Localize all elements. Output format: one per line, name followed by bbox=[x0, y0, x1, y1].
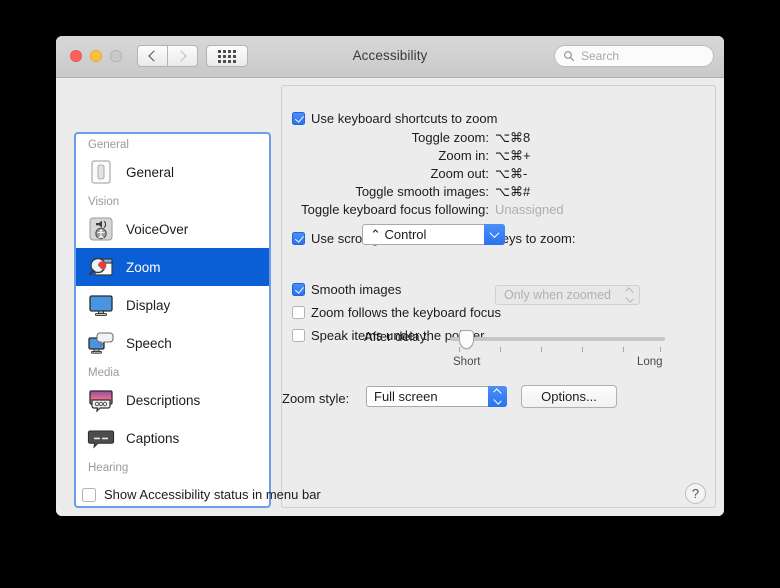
sidebar-item-label: General bbox=[126, 165, 174, 180]
after-delay-label: After delay: bbox=[364, 329, 430, 344]
zoom-follows-keyboard-focus-row[interactable]: Zoom follows the keyboard focus bbox=[292, 305, 501, 320]
zoom-follows-keyboard-focus-label: Zoom follows the keyboard focus bbox=[311, 305, 501, 320]
speech-icon bbox=[87, 329, 115, 357]
search-icon bbox=[563, 50, 575, 62]
speak-items-select-value: Only when zoomed bbox=[504, 288, 611, 302]
stepper-arrows-icon bbox=[626, 289, 633, 301]
sidebar-item-label: Captions bbox=[126, 431, 179, 446]
general-icon bbox=[87, 158, 115, 186]
sidebar-item-label: Zoom bbox=[126, 260, 161, 275]
sidebar-item-label: Descriptions bbox=[126, 393, 200, 408]
show-status-menubar-checkbox[interactable] bbox=[82, 488, 96, 502]
zoom-follows-keyboard-focus-checkbox[interactable] bbox=[292, 306, 305, 319]
window-content: General General Vision VoiceOve bbox=[56, 78, 724, 516]
sidebar-item-speech[interactable]: Speech bbox=[76, 324, 269, 362]
shortcut-label-toggle-zoom: Toggle zoom: bbox=[282, 130, 489, 145]
descriptions-icon bbox=[87, 386, 115, 414]
use-keyboard-shortcuts-checkbox[interactable] bbox=[292, 112, 305, 125]
window-footer: Show Accessibility status in menu bar ? bbox=[56, 477, 724, 516]
stepper-arrows-icon bbox=[488, 386, 507, 407]
voiceover-icon bbox=[87, 215, 115, 243]
search-field[interactable] bbox=[554, 45, 714, 67]
shortcut-label-zoom-in: Zoom in: bbox=[282, 148, 489, 163]
sidebar-item-voiceover[interactable]: VoiceOver bbox=[76, 210, 269, 248]
shortcut-label-zoom-out: Zoom out: bbox=[282, 166, 489, 181]
zoom-style-select[interactable]: Full screen bbox=[366, 386, 507, 407]
display-icon bbox=[87, 291, 115, 319]
sidebar-item-label: Display bbox=[126, 298, 170, 313]
smooth-images-checkbox[interactable] bbox=[292, 283, 305, 296]
show-status-menubar-row[interactable]: Show Accessibility status in menu bar bbox=[82, 487, 321, 502]
sidebar-group-general: General bbox=[76, 134, 269, 153]
after-delay-min-label: Short bbox=[453, 356, 481, 368]
sidebar-item-descriptions[interactable]: Descriptions bbox=[76, 381, 269, 419]
smooth-images-label: Smooth images bbox=[311, 282, 401, 297]
search-input[interactable] bbox=[579, 48, 705, 64]
sidebar-item-display[interactable]: Display bbox=[76, 286, 269, 324]
sidebar-item-zoom[interactable]: Zoom bbox=[76, 248, 269, 286]
shortcut-label-toggle-smooth-images: Toggle smooth images: bbox=[282, 184, 489, 199]
category-sidebar[interactable]: General General Vision VoiceOve bbox=[74, 132, 271, 508]
sidebar-group-media: Media bbox=[76, 362, 269, 381]
captions-icon bbox=[87, 424, 115, 452]
sidebar-group-vision: Vision bbox=[76, 191, 269, 210]
shortcut-value-zoom-out: ⌥⌘- bbox=[495, 166, 527, 182]
sidebar-item-captions[interactable]: Captions bbox=[76, 419, 269, 457]
after-delay-slider-ticks bbox=[450, 347, 665, 353]
zoom-icon bbox=[87, 253, 115, 281]
speak-items-under-pointer-checkbox[interactable] bbox=[292, 329, 305, 342]
help-button[interactable]: ? bbox=[685, 483, 706, 504]
options-button[interactable]: Options... bbox=[521, 385, 617, 408]
show-status-menubar-label: Show Accessibility status in menu bar bbox=[104, 487, 321, 502]
sidebar-item-general[interactable]: General bbox=[76, 153, 269, 191]
after-delay-max-label: Long bbox=[637, 356, 663, 368]
after-delay-slider-track[interactable] bbox=[450, 337, 665, 341]
smooth-images-row[interactable]: Smooth images bbox=[292, 282, 401, 297]
zoom-style-label: Zoom style: bbox=[282, 391, 349, 406]
shortcut-value-toggle-keyboard-focus: Unassigned bbox=[495, 202, 564, 217]
chevron-down-icon bbox=[484, 224, 505, 245]
window-titlebar: Accessibility bbox=[56, 36, 724, 78]
sidebar-group-hearing: Hearing bbox=[76, 457, 269, 476]
after-delay-slider-thumb[interactable] bbox=[459, 330, 474, 349]
modifier-key-popup-button[interactable]: ⌃ Control bbox=[362, 224, 505, 245]
shortcut-value-zoom-in: ⌥⌘+ bbox=[495, 148, 531, 164]
shortcut-value-toggle-zoom: ⌥⌘8 bbox=[495, 130, 530, 146]
modifier-key-value: ⌃ Control bbox=[363, 227, 426, 243]
shortcut-label-toggle-keyboard-focus: Toggle keyboard focus following: bbox=[282, 202, 489, 217]
use-keyboard-shortcuts-row[interactable]: Use keyboard shortcuts to zoom bbox=[292, 111, 497, 126]
zoom-style-value: Full screen bbox=[367, 389, 438, 404]
sidebar-item-label: Speech bbox=[126, 336, 172, 351]
zoom-settings-panel: Use keyboard shortcuts to zoom Toggle zo… bbox=[281, 85, 716, 508]
shortcut-value-toggle-smooth-images: ⌥⌘# bbox=[495, 184, 530, 200]
sidebar-item-label: VoiceOver bbox=[126, 222, 188, 237]
preferences-window: Accessibility General General Vision bbox=[56, 36, 724, 516]
speak-items-select[interactable]: Only when zoomed bbox=[495, 285, 640, 305]
use-scroll-gesture-checkbox[interactable] bbox=[292, 232, 305, 245]
use-keyboard-shortcuts-label: Use keyboard shortcuts to zoom bbox=[311, 111, 497, 126]
